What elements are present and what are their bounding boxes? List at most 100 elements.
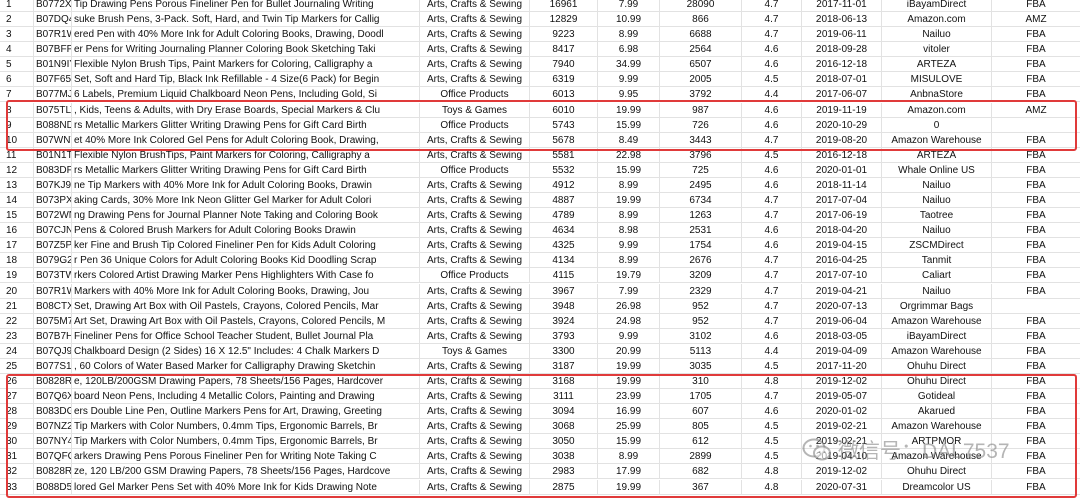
sales-cell[interactable]: 3068 — [530, 419, 598, 435]
rating-cell[interactable]: 4.5 — [742, 449, 802, 465]
category-cell[interactable]: Arts, Crafts & Sewing — [420, 223, 530, 239]
asin-cell[interactable]: B079G2XQT3 — [34, 253, 72, 269]
fulfillment-cell[interactable]: FBA — [992, 404, 1080, 419]
date-cell[interactable]: 2019-08-20 — [802, 132, 882, 148]
table-row[interactable]: 21B08CTX7T5DSet, Drawing Art Box with Oi… — [0, 298, 1080, 314]
table-row[interactable]: 20B07R1WXBGXMarkers with 40% More Ink fo… — [0, 283, 1080, 299]
row-number-cell[interactable]: 28 — [0, 404, 34, 420]
title-cell[interactable]: ers Double Line Pen, Outline Markers Pen… — [72, 404, 420, 420]
reviews-cell[interactable]: 5113 — [660, 343, 742, 359]
sales-cell[interactable]: 3924 — [530, 313, 598, 329]
rating-cell[interactable]: 4.5 — [742, 358, 802, 374]
title-cell[interactable]: arkers Drawing Pens Porous Fineliner Pen… — [72, 449, 420, 465]
fulfillment-cell[interactable]: FBA — [992, 163, 1080, 178]
title-cell[interactable]: Chalkboard Design (2 Sides) 16 X 12.5" I… — [72, 343, 420, 359]
rating-cell[interactable]: 4.7 — [742, 132, 802, 148]
fulfillment-cell[interactable] — [992, 299, 1080, 314]
sales-cell[interactable]: 3050 — [530, 434, 598, 450]
date-cell[interactable]: 2020-01-02 — [802, 404, 882, 420]
title-cell[interactable]: ng Drawing Pens for Journal Planner Note… — [72, 208, 420, 224]
title-cell[interactable]: Set, Drawing Art Box with Oil Pastels, C… — [72, 298, 420, 314]
date-cell[interactable]: 2017-06-19 — [802, 208, 882, 224]
rating-cell[interactable]: 4.6 — [742, 328, 802, 344]
row-number-cell[interactable]: 16 — [0, 223, 34, 239]
row-number-cell[interactable]: 3 — [0, 27, 34, 43]
price-cell[interactable]: 8.99 — [598, 208, 660, 224]
seller-cell[interactable]: Amazon Warehouse — [882, 449, 992, 465]
sales-cell[interactable]: 2875 — [530, 479, 598, 495]
table-row[interactable]: 29B07NZ2QLMVTip Markers with Color Numbe… — [0, 419, 1080, 435]
title-cell[interactable]: , Kids, Teens & Adults, with Dry Erase B… — [72, 102, 420, 118]
seller-cell[interactable]: ARTPMOR — [882, 434, 992, 450]
asin-cell[interactable]: B07NY44DLX — [34, 434, 72, 450]
rating-cell[interactable]: 4.7 — [742, 208, 802, 224]
seller-cell[interactable]: Ohuhu Direct — [882, 358, 992, 374]
asin-cell[interactable]: B07BFP9WDY — [34, 42, 72, 58]
reviews-cell[interactable]: 1263 — [660, 208, 742, 224]
date-cell[interactable]: 2018-06-13 — [802, 12, 882, 28]
asin-cell[interactable]: B0828R253F — [34, 464, 72, 480]
category-cell[interactable]: Office Products — [420, 117, 530, 133]
sales-cell[interactable]: 4115 — [530, 268, 598, 284]
category-cell[interactable]: Arts, Crafts & Sewing — [420, 193, 530, 209]
rating-cell[interactable]: 4.7 — [742, 313, 802, 329]
title-cell[interactable]: Tip Drawing Pens Porous Fineliner Pen fo… — [72, 0, 420, 12]
rating-cell[interactable]: 4.5 — [742, 434, 802, 450]
sales-cell[interactable]: 4325 — [530, 238, 598, 254]
row-number-cell[interactable]: 26 — [0, 374, 34, 389]
fulfillment-cell[interactable]: FBA — [992, 57, 1080, 72]
reviews-cell[interactable]: 6507 — [660, 57, 742, 73]
sales-cell[interactable]: 3111 — [530, 389, 598, 405]
sales-cell[interactable]: 8417 — [530, 42, 598, 58]
reviews-cell[interactable]: 725 — [660, 162, 742, 178]
reviews-cell[interactable]: 28090 — [660, 0, 742, 12]
sales-cell[interactable]: 6010 — [530, 102, 598, 118]
date-cell[interactable]: 2019-02-21 — [802, 419, 882, 435]
fulfillment-cell[interactable]: FBA — [992, 344, 1080, 359]
row-number-cell[interactable]: 11 — [0, 147, 34, 163]
reviews-cell[interactable]: 987 — [660, 102, 742, 118]
row-number-cell[interactable]: 33 — [0, 479, 34, 495]
rating-cell[interactable]: 4.6 — [742, 177, 802, 193]
seller-cell[interactable]: Tanmit — [882, 253, 992, 269]
seller-cell[interactable]: Nailuo — [882, 283, 992, 299]
reviews-cell[interactable]: 2495 — [660, 177, 742, 193]
category-cell[interactable]: Arts, Crafts & Sewing — [420, 358, 530, 374]
fulfillment-cell[interactable]: FBA — [992, 374, 1080, 389]
asin-cell[interactable]: B08CTX7T5D — [34, 298, 72, 314]
reviews-cell[interactable]: 1754 — [660, 238, 742, 254]
fulfillment-cell[interactable]: FBA — [992, 419, 1080, 434]
asin-cell[interactable]: B07R1WXBGX — [34, 283, 72, 299]
reviews-cell[interactable]: 2531 — [660, 223, 742, 239]
asin-cell[interactable]: B01N1TNU67 — [34, 147, 72, 163]
table-row[interactable]: 26B0828R44LJe, 120LB/200GSM Drawing Pape… — [0, 374, 1080, 389]
title-cell[interactable]: 6 Labels, Premium Liquid Chalkboard Neon… — [72, 87, 420, 103]
asin-cell[interactable]: B07QJ95MX8 — [34, 343, 72, 359]
price-cell[interactable]: 34.99 — [598, 57, 660, 73]
row-number-cell[interactable]: 18 — [0, 253, 34, 269]
row-number-cell[interactable]: 21 — [0, 298, 34, 314]
asin-cell[interactable]: B073PXWWJ — [34, 193, 72, 209]
title-cell[interactable]: ker Fine and Brush Tip Colored Fineliner… — [72, 238, 420, 254]
price-cell[interactable]: 8.99 — [598, 27, 660, 43]
title-cell[interactable]: suke Brush Pens, 3-Pack. Soft, Hard, and… — [72, 12, 420, 28]
rating-cell[interactable]: 4.8 — [742, 374, 802, 389]
date-cell[interactable]: 2017-11-01 — [802, 0, 882, 12]
sales-cell[interactable]: 12829 — [530, 12, 598, 28]
price-cell[interactable]: 19.79 — [598, 268, 660, 284]
fulfillment-cell[interactable]: AMZ — [992, 103, 1080, 118]
title-cell[interactable]: er Pens for Writing Journaling Planner C… — [72, 42, 420, 58]
row-number-cell[interactable]: 2 — [0, 12, 34, 28]
table-row[interactable]: 10B07WNTQSC1et 40% More Ink Colored Gel … — [0, 132, 1080, 148]
table-row[interactable]: 25B077S1NH7H, 60 Colors of Water Based M… — [0, 358, 1080, 374]
sales-cell[interactable]: 7940 — [530, 57, 598, 73]
row-number-cell[interactable]: 19 — [0, 268, 34, 284]
seller-cell[interactable]: iBayamDirect — [882, 328, 992, 344]
seller-cell[interactable]: Caliart — [882, 268, 992, 284]
seller-cell[interactable]: vitoler — [882, 42, 992, 58]
fulfillment-cell[interactable]: FBA — [992, 329, 1080, 344]
reviews-cell[interactable]: 3443 — [660, 132, 742, 148]
asin-cell[interactable]: B073TWPHQN — [34, 268, 72, 284]
category-cell[interactable]: Arts, Crafts & Sewing — [420, 419, 530, 435]
date-cell[interactable]: 2020-07-31 — [802, 479, 882, 495]
